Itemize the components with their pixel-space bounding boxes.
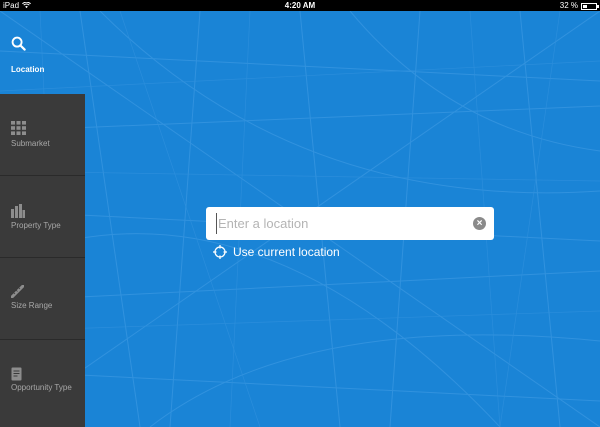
nav-item-label: Size Range xyxy=(11,301,53,310)
document-icon xyxy=(11,367,22,381)
sidebar: Submarket Property Type Size Range Oppor… xyxy=(0,94,85,427)
buildings-icon xyxy=(11,204,25,218)
ruler-icon xyxy=(11,285,24,298)
location-search-input[interactable] xyxy=(216,213,466,234)
use-current-location-button[interactable]: Use current location xyxy=(213,245,340,259)
nav-item-label: Location xyxy=(11,65,45,74)
battery-percent: 32 % xyxy=(559,1,578,10)
nav-item-label: Submarket xyxy=(11,139,50,148)
use-current-location-label: Use current location xyxy=(233,245,340,259)
battery-icon xyxy=(581,3,599,10)
search-icon xyxy=(11,36,26,51)
crosshair-icon xyxy=(213,245,227,259)
nav-item-size-range[interactable]: Size Range xyxy=(0,258,85,340)
nav-item-label: Property Type xyxy=(11,221,61,230)
status-time: 4:20 AM xyxy=(284,1,316,10)
nav-item-submarket[interactable]: Submarket xyxy=(0,94,85,176)
nav-item-label: Opportunity Type xyxy=(11,383,72,392)
grid-icon xyxy=(11,121,26,135)
status-bar: iPad 4:20 AM 32 % xyxy=(0,0,600,11)
nav-item-location[interactable]: Location xyxy=(0,11,85,94)
nav-item-property-type[interactable]: Property Type xyxy=(0,176,85,258)
battery-fill xyxy=(583,5,587,8)
clear-icon[interactable]: × xyxy=(473,217,486,230)
location-search-box: × xyxy=(206,207,494,240)
nav-item-opportunity-type[interactable]: Opportunity Type xyxy=(0,340,85,422)
